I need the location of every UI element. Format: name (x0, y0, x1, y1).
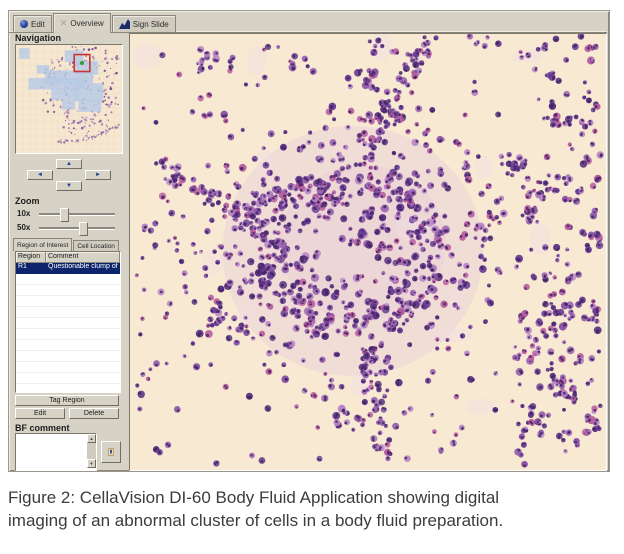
zoom-50x-label: 50x (17, 223, 31, 232)
bf-comment-label: BF comment (15, 423, 70, 433)
roi-empty-comment (46, 340, 120, 350)
roi-empty-comment (46, 285, 120, 295)
zoom-slider-10x-row: 10x (15, 207, 123, 222)
roi-empty-region (16, 307, 46, 317)
tab-overview-label: Overview (70, 18, 104, 28)
roi-empty-region (16, 329, 46, 339)
roi-empty-comment (46, 362, 120, 372)
tag-region-button[interactable]: Tag Region (15, 395, 119, 406)
scroll-up-icon[interactable]: ▲ (87, 434, 96, 443)
edit-region-button[interactable]: Edit (15, 408, 65, 419)
pan-right-button[interactable]: ► (85, 170, 111, 180)
roi-table-empty-row[interactable] (16, 340, 120, 351)
overview-tab-icon: ✕ (59, 18, 68, 28)
roi-empty-region (16, 296, 46, 306)
navigation-title: Navigation (15, 33, 62, 43)
roi-empty-comment (46, 384, 120, 392)
cell-location-tab-label: Cell Location (77, 242, 115, 250)
left-arrow-icon: ◄ (37, 172, 43, 178)
roi-table-header: Region Comment (16, 252, 120, 263)
roi-empty-region (16, 384, 46, 392)
bf-comment-field[interactable]: ▲ ▼ (15, 433, 97, 471)
roi-table-empty-row[interactable] (16, 318, 120, 329)
tab-bar: Edit ✕ Overview Sign Slide (13, 13, 177, 33)
pan-up-button[interactable]: ▲ (56, 159, 82, 169)
right-arrow-icon: ► (95, 172, 101, 178)
sign-slide-tab-icon (118, 19, 130, 29)
tab-edit[interactable]: Edit (13, 15, 52, 32)
roi-column-comment[interactable]: Comment (46, 252, 120, 263)
caption-line-1: Figure 2: CellaVision DI-60 Body Fluid A… (8, 488, 500, 507)
roi-table-empty-row[interactable] (16, 307, 120, 318)
caption-line-2: imaging of an abnormal cluster of cells … (8, 511, 504, 530)
zoom-10x-slider-track[interactable] (39, 208, 115, 222)
tab-overview[interactable]: ✕ Overview (52, 13, 111, 33)
roi-empty-region (16, 373, 46, 383)
specimen-image-frame (129, 33, 607, 471)
roi-empty-comment (46, 274, 120, 284)
roi-empty-region (16, 274, 46, 284)
zoom-50x-slider-thumb[interactable] (79, 222, 89, 236)
roi-empty-comment (46, 329, 120, 339)
scroll-down-icon[interactable]: ▼ (87, 459, 96, 468)
roi-empty-comment (46, 373, 120, 383)
pan-left-button[interactable]: ◄ (27, 170, 53, 180)
down-arrow-icon: ▼ (66, 183, 72, 189)
roi-empty-region (16, 362, 46, 372)
roi-selected-row[interactable]: R1 Questionable clump of c... (16, 263, 120, 274)
navigation-thumbnail[interactable] (15, 44, 123, 154)
zoom-50x-slider-track[interactable] (39, 222, 115, 236)
roi-table-empty-row[interactable] (16, 296, 120, 307)
roi-table-empty-row[interactable] (16, 329, 120, 340)
tab-edit-label: Edit (31, 19, 45, 29)
roi-empty-comment (46, 318, 120, 328)
navigation-thumbnail-map (16, 45, 120, 151)
tab-sign-slide-label: Sign Slide (132, 19, 169, 29)
roi-table-empty-row[interactable] (16, 373, 120, 384)
pan-down-button[interactable]: ▼ (56, 181, 82, 191)
roi-row-comment-value: Questionable clump of c... (48, 263, 120, 270)
bf-comment-scrollbar[interactable]: ▲ ▼ (87, 434, 96, 468)
roi-table-empty-row[interactable] (16, 274, 120, 285)
roi-empty-rows (16, 274, 120, 392)
tab-cell-location[interactable]: Cell Location (73, 240, 119, 251)
roi-empty-region (16, 340, 46, 350)
ink-pen-icon (108, 448, 114, 456)
roi-tab-bar: Region of Interest Cell Location (13, 238, 120, 251)
roi-table-empty-row[interactable] (16, 362, 120, 373)
roi-table-empty-row[interactable] (16, 384, 120, 392)
up-arrow-icon: ▲ (66, 161, 72, 167)
roi-empty-region (16, 351, 46, 361)
roi-column-region[interactable]: Region (16, 252, 46, 263)
sidebar: Navigation ▲ ◄ ► ▼ Zoom 10x 50x Region o… (13, 33, 125, 471)
roi-empty-comment (46, 351, 120, 361)
zoom-title: Zoom (15, 196, 40, 206)
roi-empty-comment (46, 296, 120, 306)
roi-table: Region Comment R1 Questionable clump of … (15, 251, 121, 393)
roi-empty-region (16, 318, 46, 328)
zoom-group: Zoom 10x 50x (15, 196, 123, 236)
figure-caption: Figure 2: CellaVision DI-60 Body Fluid A… (8, 486, 618, 532)
tab-region-of-interest[interactable]: Region of Interest (13, 238, 73, 251)
zoom-10x-slider-thumb[interactable] (59, 208, 69, 222)
roi-table-empty-row[interactable] (16, 285, 120, 296)
zoom-10x-label: 10x (17, 209, 31, 218)
roi-empty-region (16, 285, 46, 295)
roi-empty-comment (46, 307, 120, 317)
roi-table-empty-row[interactable] (16, 351, 120, 362)
application-window: Edit ✕ Overview Sign Slide Navigation ▲ … (8, 10, 610, 472)
specimen-image[interactable] (130, 34, 604, 468)
bf-comment-tool-button[interactable] (101, 441, 121, 463)
zoom-slider-50x-row: 50x (15, 221, 123, 236)
delete-region-button[interactable]: Delete (69, 408, 119, 419)
roi-tab-label: Region of Interest (17, 241, 69, 249)
tab-sign-slide[interactable]: Sign Slide (111, 15, 176, 32)
navigation-arrow-pad: ▲ ◄ ► ▼ (13, 157, 125, 195)
edit-tab-icon (20, 20, 28, 28)
roi-row-region-value: R1 (18, 263, 27, 270)
